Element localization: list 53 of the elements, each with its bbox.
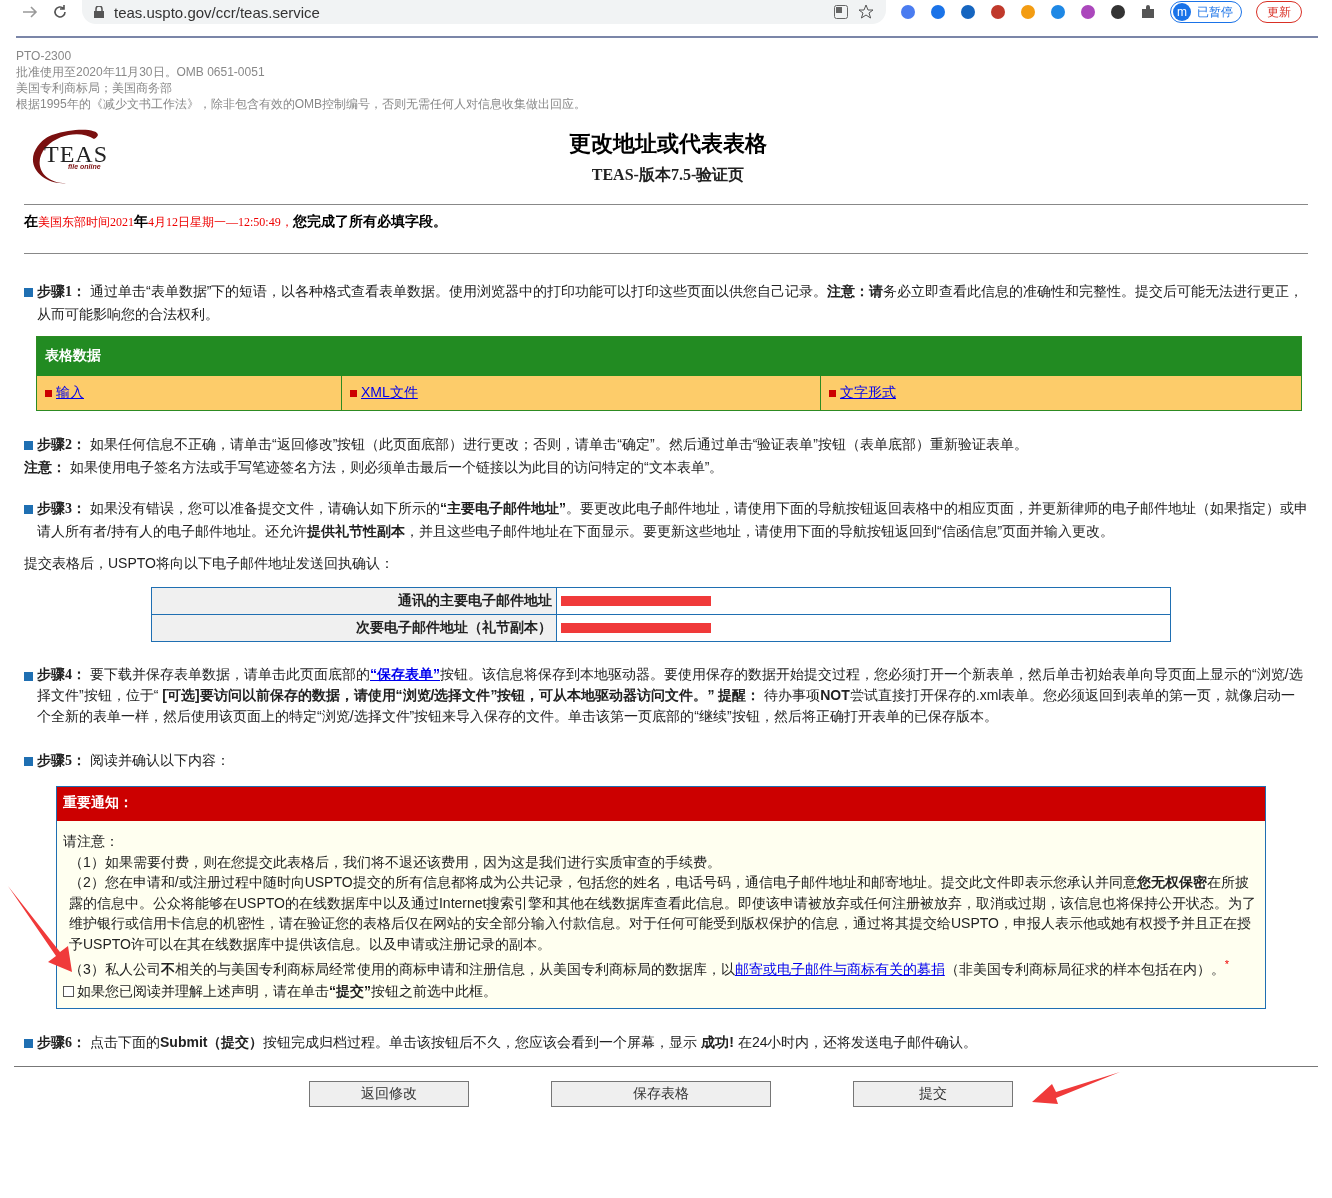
completion-message: 在美国东部时间2021年4月12日星期一—12:50:49，您完成了所有必填字段。 <box>23 212 448 231</box>
step-text: 步骤1： 通过单击“表单数据”下的短语，以各种格式查看表单数据。使用浏览器中的打印功能可以打印这些页面以供您自己记录。注意：请务必立即查看此信息的准确性和完整性。提交后可能无法进行更正，从而可能影响您的合法权利。 <box>37 282 1305 324</box>
email-label: 通讯的主要电子邮件地址 <box>151 587 557 615</box>
confirm-text: 提交表格后，USPTO将向以下电子邮件地址发送回执确认： <box>24 555 395 573</box>
bullet-icon <box>24 505 33 514</box>
address-bar[interactable]: teas.uspto.gov/ccr/teas.service <box>82 0 886 24</box>
extension-icon[interactable] <box>960 4 976 20</box>
step-text: 步骤6： 点击下面的Submit（提交）按钮完成归档过程。单击该按钮后不久，您应该会看到一个屏幕，显示 成功! 在24小时内，还将发送电子邮件确认。 <box>37 1032 978 1052</box>
form-button[interactable]: 提交 <box>853 1080 1013 1107</box>
page-subtitle: TEAS-版本7.5-验证页 <box>590 164 746 185</box>
bullet-icon <box>24 288 33 297</box>
checkbox-label: 如果您已阅读并理解上述声明，请在单击“提交”按钮之前选中此框。 <box>77 982 497 1002</box>
step-text: 步骤2： 如果任何信息不正确，请单击“返回修改”按钮（此页面底部）进行更改；否则，请单击“确定”。然后通过单击“验证表单”按钮（表单底部）重新验证表单。 <box>37 435 1028 454</box>
extension-icon[interactable] <box>1110 4 1126 20</box>
extension-icon[interactable] <box>990 4 1006 20</box>
form-button[interactable]: 返回修改 <box>309 1080 469 1107</box>
format-link[interactable]: 输入 <box>56 384 84 402</box>
step-text: 步骤3： 如果没有错误，您可以准备提交文件，请确认如下所示的“主要电子邮件地址”。要更改此电子邮件地址，请使用下面的导航按钮返回表格中的相应页面，并更新律师的电子邮件地址（如果指定）或申请人所有者/持有人的电子邮件地址。还允许提供礼节性副本，并且这些电子邮件地址在下面显示。要更新这些地址，请使用下面的导航按钮返回到“信函信息”页面并输入更改。 <box>37 499 1308 541</box>
star-icon[interactable] <box>858 4 874 20</box>
format-link[interactable]: 文字形式 <box>840 384 896 402</box>
confirm-checkbox[interactable] <box>63 985 74 997</box>
update-button[interactable]: 更新 <box>1256 1 1302 23</box>
email-label: 次要电子邮件地址（礼节副本） <box>151 614 557 642</box>
lock-icon <box>94 6 104 18</box>
table-header: 表格数据 <box>37 337 1301 376</box>
forward-icon[interactable] <box>22 5 38 19</box>
note-text: 注意： 如果使用电子签名方法或手写笔迹签名方法，则必须单击最后一个链接以为此目的访问特定的“文本表单”。 <box>24 458 725 477</box>
bullet-icon <box>829 389 836 397</box>
bullet-icon <box>350 389 357 397</box>
solicitation-link[interactable]: 邮寄或电子邮件与商标有关的募捐 <box>734 960 945 977</box>
save-form-link[interactable]: “保存表单” <box>370 666 440 682</box>
reload-icon[interactable] <box>52 4 68 20</box>
url-text: teas.uspto.gov/ccr/teas.service <box>114 3 320 21</box>
step-text: 步骤4： 要下载并保存表单数据，请单击此页面底部的“保存表单”按钮。该信息将保存到本地驱动器。要使用保存的数据开始提交过程，您必须打开一个新表单，然后单击初始表单向导页面上显示的“浏览/选择文件”按钮，位于“ [可选]要访问以前保存的数据，请使用“浏览/选择文件”按钮，可从本地驱动器访问文件。” 提醒： 待办事项NOT尝试直接打开保存的.xml表单。您必须返回到表单的第一页，就像启动一个全新的表单一样，然后使用该页面上的特定“浏览/选择文件”按钮来导入保存的文件。单击该第一页底部的“继续”按钮，然后将正确打开表单的已保存版本。 <box>37 665 1304 726</box>
page-title: 更改地址或代表表格 <box>568 129 768 158</box>
form-info-line: PTO-2300 <box>16 48 73 64</box>
bullet-icon <box>24 757 33 766</box>
notice-text: （1）如果需要付费，则在您提交此表格后，我们将不退还该费用，因为这是我们进行实质审查的手续费。 <box>68 852 722 872</box>
format-link[interactable]: XML文件 <box>361 384 418 402</box>
notice-text: （2）您在申请和/或注册过程中随时向USPTO提交的所有信息都将成为公共记录，包括您的姓名，电话号码，通信电子邮件地址和邮寄地址。提交此文件即表示您承认并同意您无权保密在所披露的信息中。公众将能够在USPTO的在线数据库中以及通过Internet搜索引擎和其他在线数据库查看此信息。即使该申请被放弃或任何注册被放弃，取消或过期，该信息也将保持公开状态。为了维护银行或信用卡信息的机密性，请在验证您的表格后仅在网站的安全部分输入付款信息。对于任何可能受到版权保护的信息，通过将其提交给USPTO，申报人表示他或她有权授予并且正在授予USPTO许可以在其在线数据库中提供该信息。以及申请或注册记录的副本。 <box>68 873 1258 954</box>
notice-title: 重要通知： <box>57 787 1265 821</box>
bullet-icon <box>45 389 52 397</box>
profile-button[interactable]: m 已暂停 <box>1170 1 1242 23</box>
bullet-icon <box>24 1038 33 1048</box>
step-text: 步骤5： 阅读并确认以下内容： <box>37 751 230 770</box>
form-info-line: 根据1995年的《减少文书工作法》，除非包含有效的OMB控制编号，否则无需任何人对信息收集做出回应。 <box>16 96 588 112</box>
bullet-icon <box>24 672 33 681</box>
notice-text: 请注意： <box>63 832 120 851</box>
form-info-line: 美国专利商标局；美国商务部 <box>16 80 173 96</box>
required-mark: * <box>1224 958 1230 970</box>
form-button[interactable]: 保存表格 <box>551 1080 771 1107</box>
form-info-line: 批准使用至2020年11月30日。OMB 0651-0051 <box>16 64 266 80</box>
bullet-icon <box>24 441 33 450</box>
